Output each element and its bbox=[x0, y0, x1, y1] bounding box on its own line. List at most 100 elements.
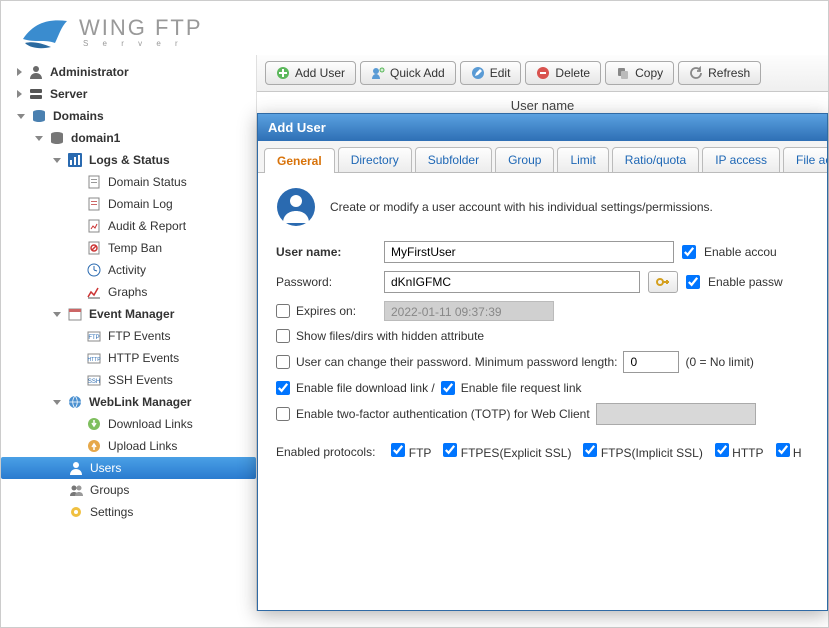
navigation-tree: Administrator Server Domains domain1 Log bbox=[1, 55, 256, 611]
tree-audit-report[interactable]: Audit & Report bbox=[1, 215, 256, 237]
proto-http-checkbox[interactable] bbox=[715, 443, 729, 457]
key-icon bbox=[655, 274, 671, 290]
download-link-label: Enable file download link / bbox=[296, 381, 435, 395]
calendar-icon bbox=[67, 306, 83, 322]
refresh-button[interactable]: Refresh bbox=[678, 61, 761, 85]
tab-limit[interactable]: Limit bbox=[557, 147, 608, 172]
protocols-label: Enabled protocols: bbox=[276, 445, 375, 459]
server-icon bbox=[28, 86, 44, 102]
tree-domain-log[interactable]: Domain Log bbox=[1, 193, 256, 215]
tree-logs-status[interactable]: Logs & Status bbox=[1, 149, 256, 171]
tree-administrator[interactable]: Administrator bbox=[1, 61, 256, 83]
enable-password-label: Enable passw bbox=[708, 275, 783, 289]
download-link-checkbox[interactable] bbox=[276, 381, 290, 395]
tab-ip-access[interactable]: IP access bbox=[702, 147, 780, 172]
logo-icon bbox=[21, 13, 69, 49]
ban-icon bbox=[86, 240, 102, 256]
two-factor-secret-box bbox=[596, 403, 756, 425]
svg-text:FTP: FTP bbox=[88, 335, 99, 341]
expires-label: Expires on: bbox=[296, 304, 378, 318]
tab-directory[interactable]: Directory bbox=[338, 147, 412, 172]
database-icon bbox=[31, 108, 47, 124]
proto-https-checkbox[interactable] bbox=[776, 443, 790, 457]
tree-groups[interactable]: Groups bbox=[1, 479, 256, 501]
proto-ftp-checkbox[interactable] bbox=[391, 443, 405, 457]
tree-weblink-manager[interactable]: WebLink Manager bbox=[1, 391, 256, 413]
enable-password-checkbox[interactable] bbox=[686, 275, 700, 289]
edit-button[interactable]: Edit bbox=[460, 61, 522, 85]
plus-icon bbox=[276, 66, 290, 80]
intro-text: Create or modify a user account with his… bbox=[330, 200, 713, 214]
password-input[interactable] bbox=[384, 271, 640, 293]
tree-http-events[interactable]: HTTP HTTP Events bbox=[1, 347, 256, 369]
page-icon bbox=[86, 174, 102, 190]
download-icon bbox=[86, 416, 102, 432]
two-factor-checkbox[interactable] bbox=[276, 407, 290, 421]
tree-ssh-events[interactable]: SSH SSH Events bbox=[1, 369, 256, 391]
show-hidden-checkbox[interactable] bbox=[276, 329, 290, 343]
tree-activity[interactable]: Activity bbox=[1, 259, 256, 281]
chevron-down-icon bbox=[53, 312, 61, 317]
tree-label: Server bbox=[50, 87, 87, 101]
content-area: Add User Quick Add Edit Delete Copy bbox=[256, 55, 828, 611]
tab-group[interactable]: Group bbox=[495, 147, 554, 172]
tab-ratio-quota[interactable]: Ratio/quota bbox=[612, 147, 699, 172]
password-label: Password: bbox=[276, 275, 376, 289]
dialog-body: Create or modify a user account with his… bbox=[258, 173, 827, 610]
tree-domain-status[interactable]: Domain Status bbox=[1, 171, 256, 193]
copy-button[interactable]: Copy bbox=[605, 61, 674, 85]
tree-users[interactable]: Users bbox=[1, 457, 256, 479]
tree-server[interactable]: Server bbox=[1, 83, 256, 105]
tree-label: Logs & Status bbox=[89, 153, 170, 167]
quick-add-button[interactable]: Quick Add bbox=[360, 61, 456, 85]
tree-label: Event Manager bbox=[89, 307, 174, 321]
graph-icon bbox=[86, 284, 102, 300]
pencil-icon bbox=[471, 66, 485, 80]
show-hidden-label: Show files/dirs with hidden attribute bbox=[296, 329, 484, 343]
tree-download-links[interactable]: Download Links bbox=[1, 413, 256, 435]
tree-label: domain1 bbox=[71, 131, 120, 145]
enable-account-checkbox[interactable] bbox=[682, 245, 696, 259]
enable-account-label: Enable accou bbox=[704, 245, 777, 259]
username-input[interactable] bbox=[384, 241, 674, 263]
chart-icon bbox=[67, 152, 83, 168]
proto-ftpes-checkbox[interactable] bbox=[443, 443, 457, 457]
tree-event-manager[interactable]: Event Manager bbox=[1, 303, 256, 325]
request-link-checkbox[interactable] bbox=[441, 381, 455, 395]
tree-graphs[interactable]: Graphs bbox=[1, 281, 256, 303]
chevron-right-icon bbox=[17, 90, 22, 98]
tree-ftp-events[interactable]: FTP FTP Events bbox=[1, 325, 256, 347]
refresh-icon bbox=[689, 66, 703, 80]
ftp-icon: FTP bbox=[86, 328, 102, 344]
tab-subfolder[interactable]: Subfolder bbox=[415, 147, 492, 172]
tree-domain1[interactable]: domain1 bbox=[1, 127, 256, 149]
gear-icon bbox=[68, 504, 84, 520]
change-password-label: User can change their password. Minimum … bbox=[296, 355, 617, 369]
delete-icon bbox=[536, 66, 550, 80]
delete-button[interactable]: Delete bbox=[525, 61, 601, 85]
proto-http-label: HTTP bbox=[732, 446, 763, 460]
database-icon bbox=[49, 130, 65, 146]
add-user-button[interactable]: Add User bbox=[265, 61, 356, 85]
expires-value: 2022-01-11 09:37:39 bbox=[384, 301, 554, 321]
tree-upload-links[interactable]: Upload Links bbox=[1, 435, 256, 457]
tree-label: Settings bbox=[90, 505, 133, 519]
proto-ftps-checkbox[interactable] bbox=[583, 443, 597, 457]
generate-password-button[interactable] bbox=[648, 271, 678, 293]
tree-label: WebLink Manager bbox=[89, 395, 191, 409]
tree-domains[interactable]: Domains bbox=[1, 105, 256, 127]
tree-temp-ban[interactable]: Temp Ban bbox=[1, 237, 256, 259]
expires-checkbox[interactable] bbox=[276, 304, 290, 318]
min-password-length-input[interactable] bbox=[623, 351, 679, 373]
svg-text:SSH: SSH bbox=[88, 379, 100, 385]
change-password-checkbox[interactable] bbox=[276, 355, 290, 369]
http-icon: HTTP bbox=[86, 350, 102, 366]
tree-label: Download Links bbox=[108, 417, 193, 431]
tree-settings[interactable]: Settings bbox=[1, 501, 256, 523]
proto-ftp-label: FTP bbox=[409, 446, 432, 460]
globe-icon bbox=[67, 394, 83, 410]
tab-general[interactable]: General bbox=[264, 148, 335, 173]
tab-file-access[interactable]: File acc bbox=[783, 147, 828, 172]
dialog-title: Add User bbox=[258, 114, 827, 141]
tree-label: Domain Log bbox=[108, 197, 173, 211]
